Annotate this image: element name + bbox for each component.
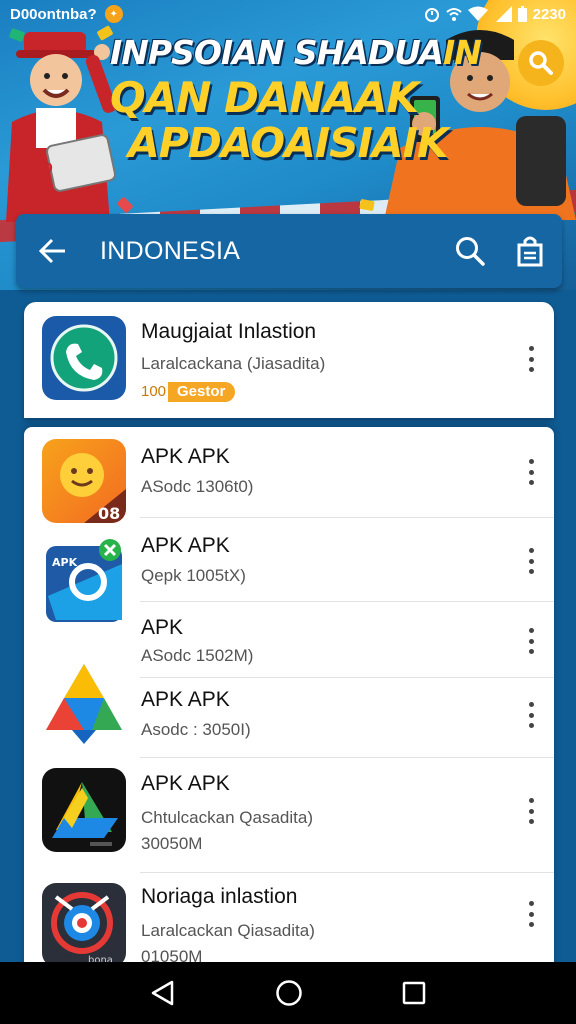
banner-search-button[interactable] — [518, 40, 564, 86]
alarm-icon — [424, 8, 439, 22]
smiley-sun-icon: 08 — [42, 439, 126, 523]
app-name: APK APK — [141, 534, 230, 557]
navigation-bar — [0, 962, 576, 1024]
app-name: Noriaga inlastion — [141, 885, 298, 908]
target-icon: bona — [42, 883, 126, 967]
app-size: ASodc 1306t0) — [141, 477, 254, 496]
shopping-bag-icon — [517, 236, 543, 267]
more-options-icon[interactable] — [526, 459, 536, 485]
badge-number: 100 — [141, 382, 169, 402]
triangle-back-icon — [151, 980, 173, 1006]
app-size: Qepk 1005tX) — [141, 566, 246, 585]
featured-app-name: Maugjaiat Inlastion — [141, 320, 317, 343]
drive-dark-icon — [42, 768, 126, 852]
arrow-left-icon — [38, 238, 65, 264]
more-options-icon[interactable] — [526, 548, 536, 574]
circle-home-icon — [276, 980, 302, 1006]
headline-line-2: QAN DANAAK — [110, 73, 419, 122]
headline-line-1: INPSOIAN SHADUAIN — [110, 33, 482, 72]
app-name: APK APK — [141, 688, 230, 711]
headline-line-3: APDAOAISIAIK — [128, 119, 449, 167]
wifi-off-icon — [445, 8, 462, 21]
list-item[interactable]: APK APK Asodc : 3050I) — [24, 664, 554, 758]
search-icon — [529, 51, 553, 75]
app-size: Asodc : 3050I) — [141, 720, 251, 739]
signal-icon — [495, 6, 512, 22]
list-item[interactable]: APK APK APK Qepk 1005tX) — [24, 518, 554, 626]
recents-nav-button[interactable] — [402, 981, 426, 1005]
list-item[interactable]: APK APK Chtulcackan Qasadita) 30050M — [24, 758, 554, 873]
app-name: APK APK — [141, 772, 230, 795]
clock: 2230 — [532, 5, 566, 23]
triangle-colorful-icon — [42, 656, 126, 748]
list-item[interactable]: 08 APK APK ASodc 1306t0) — [24, 427, 554, 523]
app-developer: Laralcackan Qiasadita) — [141, 921, 315, 940]
app-size: ASodc 1502M) — [141, 646, 254, 665]
square-recents-icon — [403, 981, 426, 1005]
battery-icon — [517, 6, 527, 22]
wifi-icon — [467, 6, 488, 21]
more-options-icon[interactable] — [526, 901, 536, 927]
store-button[interactable] — [516, 235, 544, 267]
more-options-icon[interactable] — [526, 346, 536, 372]
more-options-icon[interactable] — [526, 798, 536, 824]
app-name: APK APK — [141, 445, 230, 468]
phone-call-icon — [42, 316, 126, 400]
list-item[interactable]: bona Noriaga inlastion Laralcackan Qiasa… — [24, 873, 554, 967]
status-bar: D00ontnba? ✦ 2230 — [0, 0, 576, 28]
tablet-text: 30 — [36, 161, 53, 175]
home-nav-button[interactable] — [275, 979, 303, 1007]
status-text: D00ontnba? — [10, 5, 97, 23]
app-developer: Chtulcackan Qasadita) — [141, 808, 313, 827]
featured-app-subtitle: Laralcackana (Jiasadita) — [141, 354, 326, 373]
badge-label: Gestor — [177, 383, 226, 400]
notification-icon: ✦ — [104, 5, 123, 23]
featured-badge: 100 Gestor — [141, 382, 236, 402]
app-bar: INDONESIA — [16, 214, 562, 288]
back-button[interactable] — [38, 238, 68, 264]
svg-text:APK: APK — [52, 556, 78, 569]
app-size: 30050M — [141, 834, 203, 853]
app-name: APK — [141, 616, 184, 639]
featured-app-card[interactable]: Maugjaiat Inlastion Laralcackana (Jiasad… — [24, 302, 554, 418]
page-title: INDONESIA — [100, 236, 241, 265]
more-options-icon[interactable] — [526, 702, 536, 728]
search-button[interactable] — [454, 235, 486, 267]
more-options-icon[interactable] — [526, 628, 536, 654]
app-list: 08 APK APK ASodc 1306t0) APK APK APK Qep… — [24, 427, 554, 967]
man-with-tablet-illustration: 30 — [6, 32, 117, 222]
search-icon — [456, 237, 485, 266]
back-nav-button[interactable] — [150, 980, 176, 1006]
banner-headline: INPSOIAN SHADUAIN QAN DANAAK APDAOAISIAI… — [110, 33, 482, 167]
